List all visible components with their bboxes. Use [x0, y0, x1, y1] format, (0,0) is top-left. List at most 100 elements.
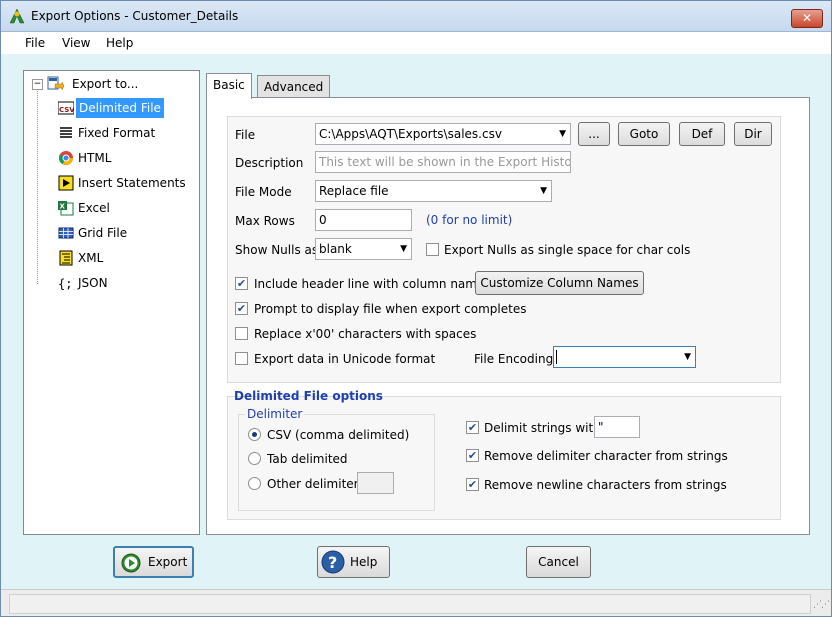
show-nulls-value: blank	[319, 242, 352, 256]
collapse-icon[interactable]: −	[32, 79, 43, 90]
menu-help[interactable]: Help	[106, 36, 133, 50]
tree-item-json[interactable]: {;} JSON	[58, 273, 193, 293]
delimited-section-title: Delimited File options	[234, 389, 383, 403]
help-button[interactable]: ? Help	[317, 546, 390, 578]
delimit-strings-checkbox[interactable]: ✔	[466, 421, 479, 434]
tab-basic[interactable]: Basic	[206, 73, 252, 99]
file-encoding-select[interactable]: ▼	[553, 346, 696, 368]
tree-item-xml[interactable]: XML	[58, 248, 193, 268]
tree-item-delimited-file[interactable]: CSV Delimited File	[58, 98, 193, 118]
export-options-window: Export Options - Customer_Details ✕ File…	[0, 0, 832, 617]
tab-delimited-label: Tab delimited	[267, 452, 348, 466]
unicode-label: Export data in Unicode format	[254, 352, 436, 366]
description-label: Description	[235, 156, 304, 170]
chevron-down-icon: ▼	[559, 129, 566, 139]
chevron-down-icon: ▼	[684, 352, 691, 362]
svg-text:{;}: {;}	[58, 277, 74, 291]
aqt-app-icon	[9, 8, 25, 24]
tab-advanced[interactable]: Advanced	[257, 75, 331, 98]
tree-item-excel[interactable]: X Excel	[58, 198, 193, 218]
export-button[interactable]: Export	[113, 546, 194, 578]
text-cursor	[556, 350, 557, 364]
description-placeholder: This text will be shown in the Export Hi…	[319, 155, 571, 169]
svg-text:?: ?	[328, 553, 337, 572]
menu-bar: File View Help	[1, 32, 831, 54]
file-encoding-label: File Encoding	[474, 352, 554, 366]
include-header-label: Include header line with column names	[254, 277, 491, 291]
file-mode-value: Replace file	[319, 184, 389, 198]
menu-file[interactable]: File	[25, 36, 45, 50]
file-path-value: C:\Apps\AQT\Exports\sales.csv	[319, 127, 502, 141]
remove-delimiter-label: Remove delimiter character from strings	[484, 449, 728, 463]
include-header-checkbox[interactable]: ✔	[235, 277, 248, 290]
prompt-display-checkbox[interactable]: ✔	[235, 302, 248, 315]
menu-view[interactable]: View	[62, 36, 90, 50]
tree-root-label: Export to...	[72, 77, 139, 91]
json-icon: {;}	[58, 277, 74, 291]
replace-x00-label: Replace x'00' characters with spaces	[254, 327, 477, 341]
window-title: Export Options - Customer_Details	[31, 9, 239, 23]
browse-button[interactable]: ...	[578, 122, 610, 146]
dir-button[interactable]: Dir	[734, 122, 772, 146]
html-icon	[58, 151, 73, 165]
file-path-combo[interactable]: C:\Apps\AQT\Exports\sales.csv ▼	[315, 123, 571, 145]
description-input[interactable]: This text will be shown in the Export Hi…	[315, 151, 571, 173]
play-icon	[121, 553, 141, 573]
max-rows-label: Max Rows	[235, 214, 295, 228]
excel-icon: X	[58, 201, 74, 216]
insert-statements-icon	[58, 175, 74, 191]
fixed-format-icon	[60, 127, 72, 138]
other-delimiter-input[interactable]	[357, 472, 394, 494]
xml-icon	[59, 250, 73, 266]
remove-delimiter-checkbox[interactable]: ✔	[466, 449, 479, 462]
export-nulls-label: Export Nulls as single space for char co…	[444, 243, 691, 257]
svg-text:X: X	[60, 203, 66, 211]
remove-newline-label: Remove newline characters from strings	[484, 478, 727, 492]
max-rows-value: 0	[319, 213, 327, 227]
tree-item-html[interactable]: HTML	[58, 148, 193, 168]
show-nulls-select[interactable]: blank ▼	[315, 238, 412, 260]
help-button-label: Help	[350, 555, 378, 569]
export-type-tree: − Export to... CSV Delimited File Fixed …	[23, 70, 200, 535]
tree-item-fixed-format[interactable]: Fixed Format	[58, 123, 193, 143]
file-label: File	[235, 128, 256, 142]
goto-button[interactable]: Goto	[618, 122, 670, 146]
resize-grip-icon[interactable]: ⋰⋰	[813, 600, 830, 610]
title-bar[interactable]: Export Options - Customer_Details ✕	[1, 1, 831, 32]
tab-delimited-radio[interactable]	[248, 452, 261, 465]
help-icon: ?	[321, 550, 345, 574]
replace-x00-checkbox[interactable]	[235, 327, 248, 340]
cancel-button[interactable]: Cancel	[526, 546, 591, 578]
tree-root[interactable]: − Export to...	[32, 74, 192, 94]
max-rows-input[interactable]: 0	[315, 209, 412, 231]
export-nulls-checkbox[interactable]	[426, 243, 439, 256]
customize-column-names-button[interactable]: Customize Column Names	[475, 271, 644, 295]
prompt-display-label: Prompt to display file when export compl…	[254, 302, 527, 316]
delimit-strings-label: Delimit strings with	[484, 421, 601, 435]
tree-item-insert-statements[interactable]: Insert Statements	[58, 173, 198, 193]
status-panel	[9, 594, 811, 614]
delimit-strings-input[interactable]: "	[594, 416, 640, 438]
unicode-checkbox[interactable]	[235, 352, 248, 365]
tree-item-grid-file[interactable]: Grid File	[58, 223, 193, 243]
chevron-down-icon: ▼	[400, 244, 407, 254]
delimit-strings-value: "	[598, 420, 604, 434]
tree-connector	[37, 91, 38, 284]
export-button-label: Export	[148, 555, 188, 569]
show-nulls-label: Show Nulls as	[235, 243, 319, 257]
export-to-icon	[47, 76, 64, 91]
csv-icon: CSV	[58, 101, 74, 115]
other-delimiter-radio[interactable]	[248, 477, 261, 490]
csv-radio[interactable]	[248, 428, 261, 441]
svg-text:CSV: CSV	[59, 106, 74, 114]
remove-newline-checkbox[interactable]: ✔	[466, 478, 479, 491]
status-bar: ⋰⋰	[1, 589, 831, 616]
file-mode-select[interactable]: Replace file ▼	[315, 180, 552, 202]
csv-label: CSV (comma delimited)	[267, 428, 410, 442]
def-button[interactable]: Def	[679, 122, 725, 146]
other-delimiter-label: Other delimiter	[267, 477, 359, 491]
delimiter-group-label: Delimiter	[245, 407, 305, 421]
file-mode-label: File Mode	[235, 185, 292, 199]
close-button[interactable]: ✕	[791, 9, 823, 28]
chevron-down-icon: ▼	[540, 186, 547, 196]
